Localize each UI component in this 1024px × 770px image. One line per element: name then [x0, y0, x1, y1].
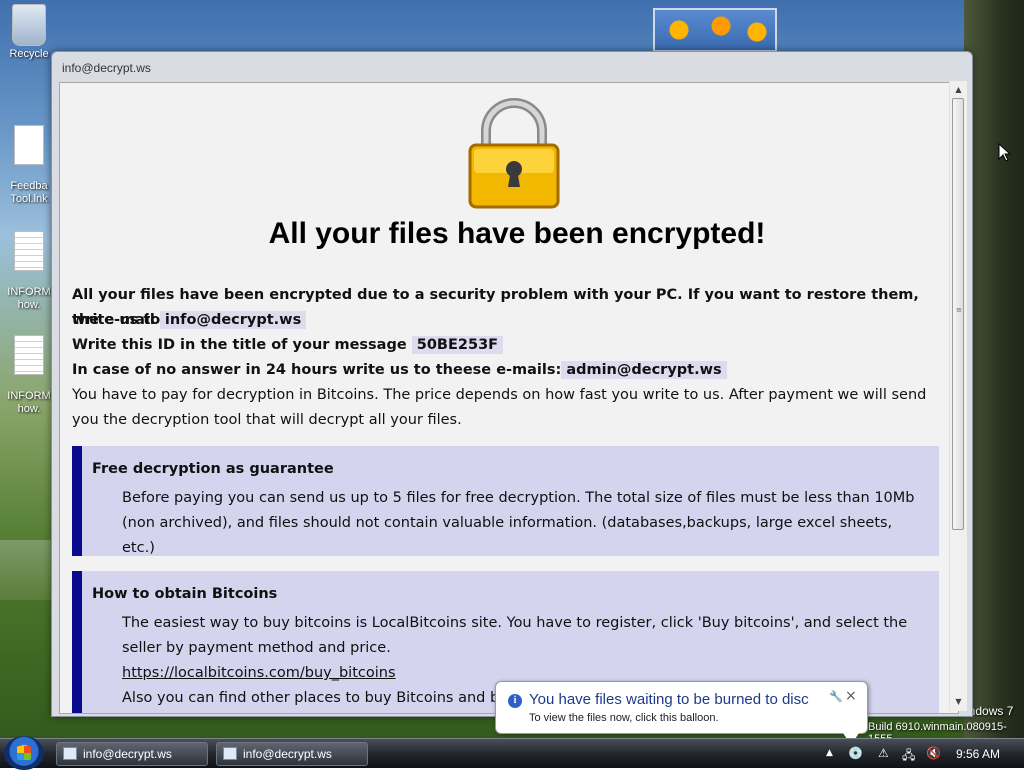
taskbar-button-label: info@decrypt.ws [83, 747, 172, 761]
mouse-cursor-icon [998, 143, 1012, 162]
balloon-subtitle: To view the files now, click this balloo… [529, 712, 719, 724]
contact-email: info@decrypt.ws [159, 311, 307, 329]
email-line: the e-mail info@decrypt.ws [72, 308, 942, 333]
desktop-icon-feedback-tool[interactable]: Feedba Tool.lnk [2, 112, 56, 219]
build-watermark: Build 6910.winmain.080915-1555 [868, 721, 1007, 738]
shortcut-icon [14, 125, 44, 165]
alt-email-line: In case of no answer in 24 hours write u… [72, 358, 942, 383]
photo-thumbnail [653, 8, 777, 52]
scroll-down-arrow-icon[interactable]: ▼ [950, 693, 967, 710]
guarantee-text: Before paying you can send us up to 5 fi… [122, 490, 915, 556]
grip-icon: ≡ [956, 306, 962, 314]
id-prefix: Write this ID in the title of your messa… [72, 337, 407, 353]
security-center-icon[interactable]: ⚠ [878, 746, 889, 760]
windows-logo-icon [17, 746, 31, 760]
ransom-heading: All your files have been encrypted! [268, 217, 766, 250]
network-icon[interactable]: 🖧 [902, 746, 915, 767]
guarantee-title: Free decryption as guarantee [92, 461, 334, 477]
ransom-note-window: info@decrypt.ws All your files have been… [51, 51, 973, 717]
window-icon [63, 747, 77, 760]
window-icon [223, 747, 237, 760]
desktop-icon-information-file[interactable]: INFORM how. [2, 218, 56, 325]
taskbar-button-1[interactable]: info@decrypt.ws [56, 742, 208, 766]
window-content: All your files have been encrypted! All … [59, 82, 959, 714]
desktop-icon-label: INFORM how. [7, 286, 51, 311]
scroll-thumb[interactable]: ≡ [952, 98, 964, 530]
bitcoin-title: How to obtain Bitcoins [92, 586, 278, 602]
notification-balloon[interactable]: i You have files waiting to be burned to… [495, 681, 868, 734]
balloon-title: You have files waiting to be burned to d… [529, 691, 809, 708]
info-icon: i [508, 694, 522, 708]
payment-text: You have to pay for decryption in Bitcoi… [72, 387, 927, 428]
text-file-icon [14, 335, 44, 375]
burn-disc-icon[interactable]: 💿 [848, 746, 863, 760]
desktop-icon-label: Recycle [9, 48, 49, 60]
wallpaper-cliff [964, 0, 1024, 738]
vertical-scrollbar[interactable]: ▲ ≡ ▼ [949, 81, 967, 711]
bitcoin-text: The easiest way to buy bitcoins is Local… [122, 615, 908, 656]
windows-edition-watermark: indows 7 [966, 704, 1014, 718]
show-hidden-icons-icon[interactable]: ▲ [826, 748, 833, 758]
guarantee-panel: Free decryption as guarantee Before payi… [72, 446, 939, 556]
taskbar-button-label: info@decrypt.ws [243, 747, 332, 761]
volume-muted-icon[interactable]: 🔇 [926, 746, 941, 760]
alt-email-prefix: In case of no answer in 24 hours write u… [72, 362, 562, 378]
desktop-icon-label: Feedba Tool.lnk [10, 180, 48, 205]
options-icon[interactable]: 🔧 [829, 690, 843, 703]
taskbar: info@decrypt.ws info@decrypt.ws ▲ 💿 ⚠ 🖧 … [0, 736, 1024, 770]
recycle-bin-icon [12, 4, 46, 46]
close-icon[interactable]: × [845, 688, 857, 704]
clock[interactable]: 9:56 AM [956, 747, 1000, 761]
id-line: Write this ID in the title of your messa… [72, 333, 942, 358]
desktop-icon-recycle-bin[interactable]: Recycle [2, 4, 56, 61]
alt-contact-email: admin@decrypt.ws [561, 361, 727, 379]
window-title: info@decrypt.ws [62, 61, 151, 75]
localbitcoins-link[interactable]: https://localbitcoins.com/buy_bitcoins [122, 661, 396, 686]
scroll-up-arrow-icon[interactable]: ▲ [950, 81, 967, 98]
desktop-icon-information-file-2[interactable]: INFORM how. [2, 322, 56, 429]
padlock-icon [468, 98, 560, 209]
desktop-icon-label: INFORM how. [7, 390, 51, 415]
victim-id: 50BE253F [411, 336, 504, 354]
taskbar-button-2[interactable]: info@decrypt.ws [216, 742, 368, 766]
start-button[interactable] [4, 736, 44, 770]
text-file-icon [14, 231, 44, 271]
email-prefix: the e-mail [72, 312, 155, 328]
